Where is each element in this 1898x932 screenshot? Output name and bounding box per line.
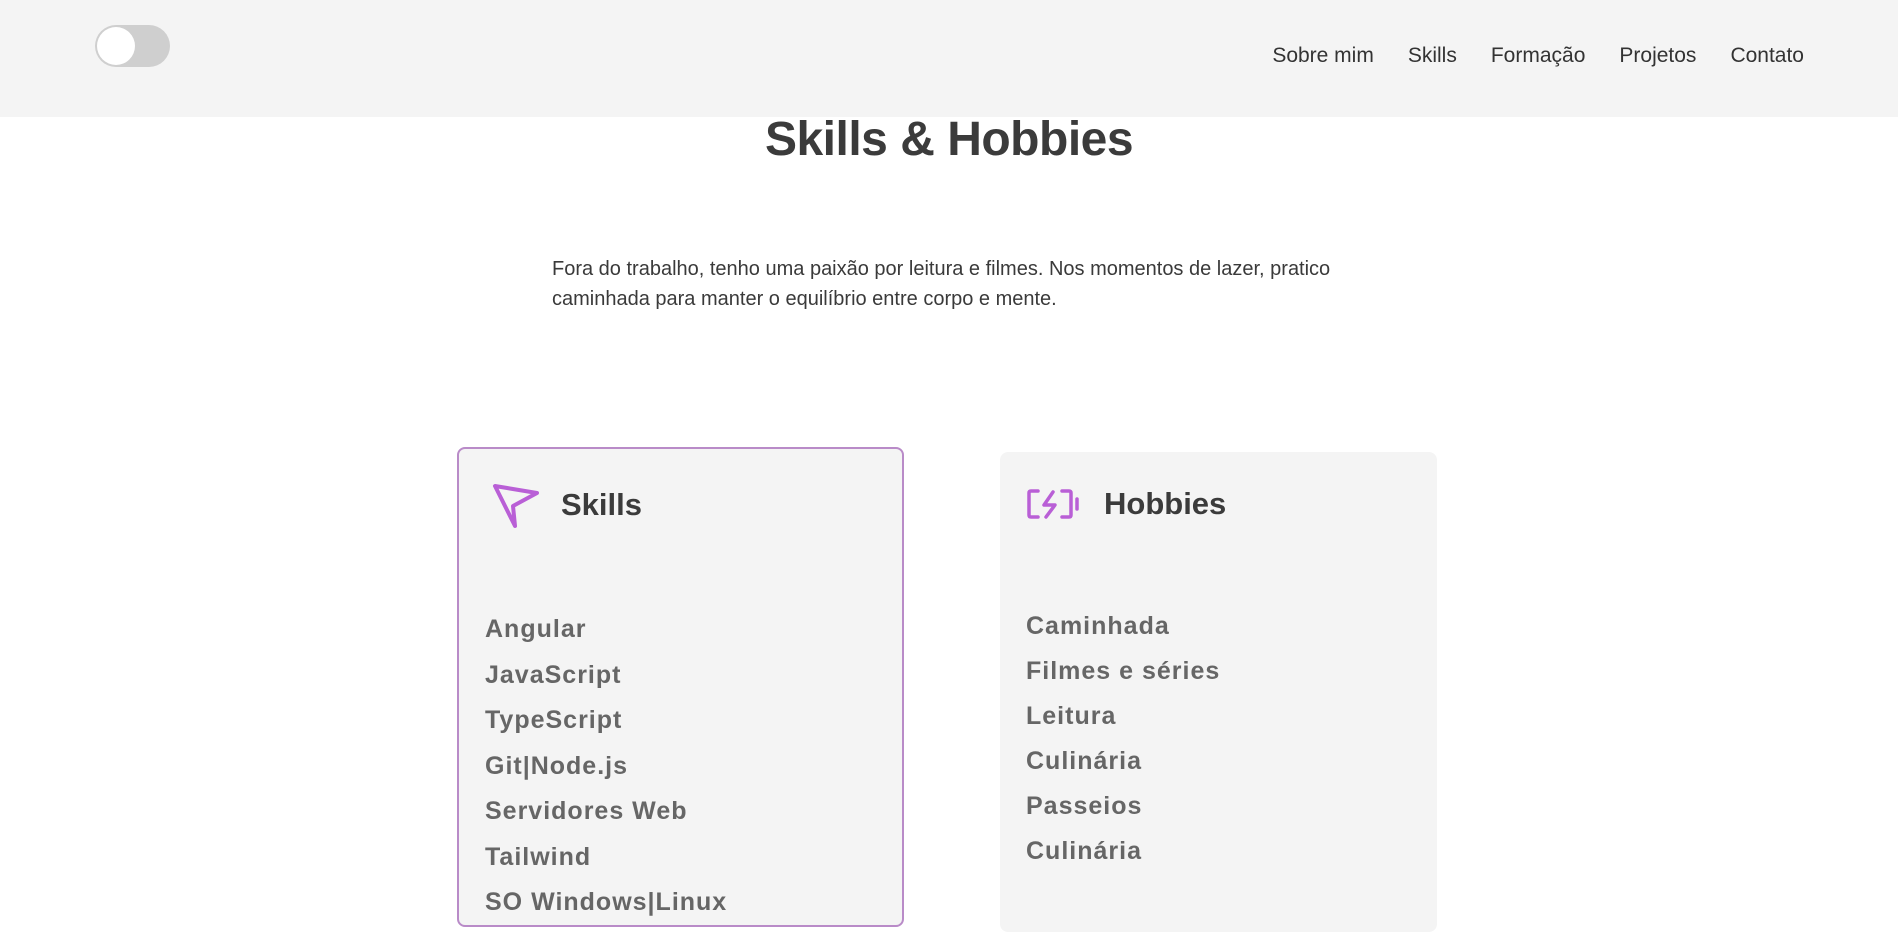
toggle-knob (97, 27, 135, 65)
list-item: Passeios (1026, 792, 1143, 820)
list-item: Leitura (1026, 702, 1117, 730)
battery-charging-icon (1026, 487, 1080, 521)
skills-card-title: Skills (561, 487, 642, 522)
skills-list: Angular JavaScript TypeScript Git|Node.j… (485, 607, 727, 926)
nav-link-projetos[interactable]: Projetos (1619, 44, 1696, 68)
list-item: TypeScript (485, 706, 623, 734)
hobbies-list: Caminhada Filmes e séries Leitura Culiná… (1026, 604, 1220, 874)
send-arrow-icon (491, 481, 541, 529)
list-item: Caminhada (1026, 612, 1170, 640)
list-item: Servidores Web (485, 797, 688, 825)
navbar: Sobre mim Skills Formação Projetos Conta… (0, 0, 1898, 117)
nav-link-skills[interactable]: Skills (1408, 44, 1457, 68)
intro-text: Fora do trabalho, tenho uma paixão por l… (552, 258, 1331, 310)
skills-card: Skills Angular JavaScript TypeScript Git… (457, 447, 904, 927)
nav-link-formacao[interactable]: Formação (1491, 44, 1586, 68)
list-item: SO Windows|Linux (485, 888, 728, 916)
nav-link-sobre-mim[interactable]: Sobre mim (1272, 44, 1374, 68)
hobbies-card: Hobbies Caminhada Filmes e séries Leitur… (1000, 452, 1437, 932)
theme-toggle[interactable] (95, 25, 170, 67)
hobbies-card-title: Hobbies (1104, 486, 1227, 521)
hobbies-card-header: Hobbies (1026, 486, 1226, 522)
nav-link-contato[interactable]: Contato (1730, 44, 1804, 68)
list-item: Filmes e séries (1026, 657, 1221, 685)
list-item: Git|Node.js (485, 751, 629, 780)
nav-links: Sobre mim Skills Formação Projetos Conta… (1272, 44, 1804, 68)
page-title: Skills & Hobbies (764, 113, 1134, 166)
list-item: JavaScript (485, 660, 622, 689)
skills-card-header: Skills (491, 481, 642, 529)
list-item: Culinária (1026, 747, 1142, 775)
list-item: Culinária (1026, 837, 1142, 865)
list-item: Angular (485, 615, 587, 643)
list-item: Tailwind (485, 842, 592, 871)
